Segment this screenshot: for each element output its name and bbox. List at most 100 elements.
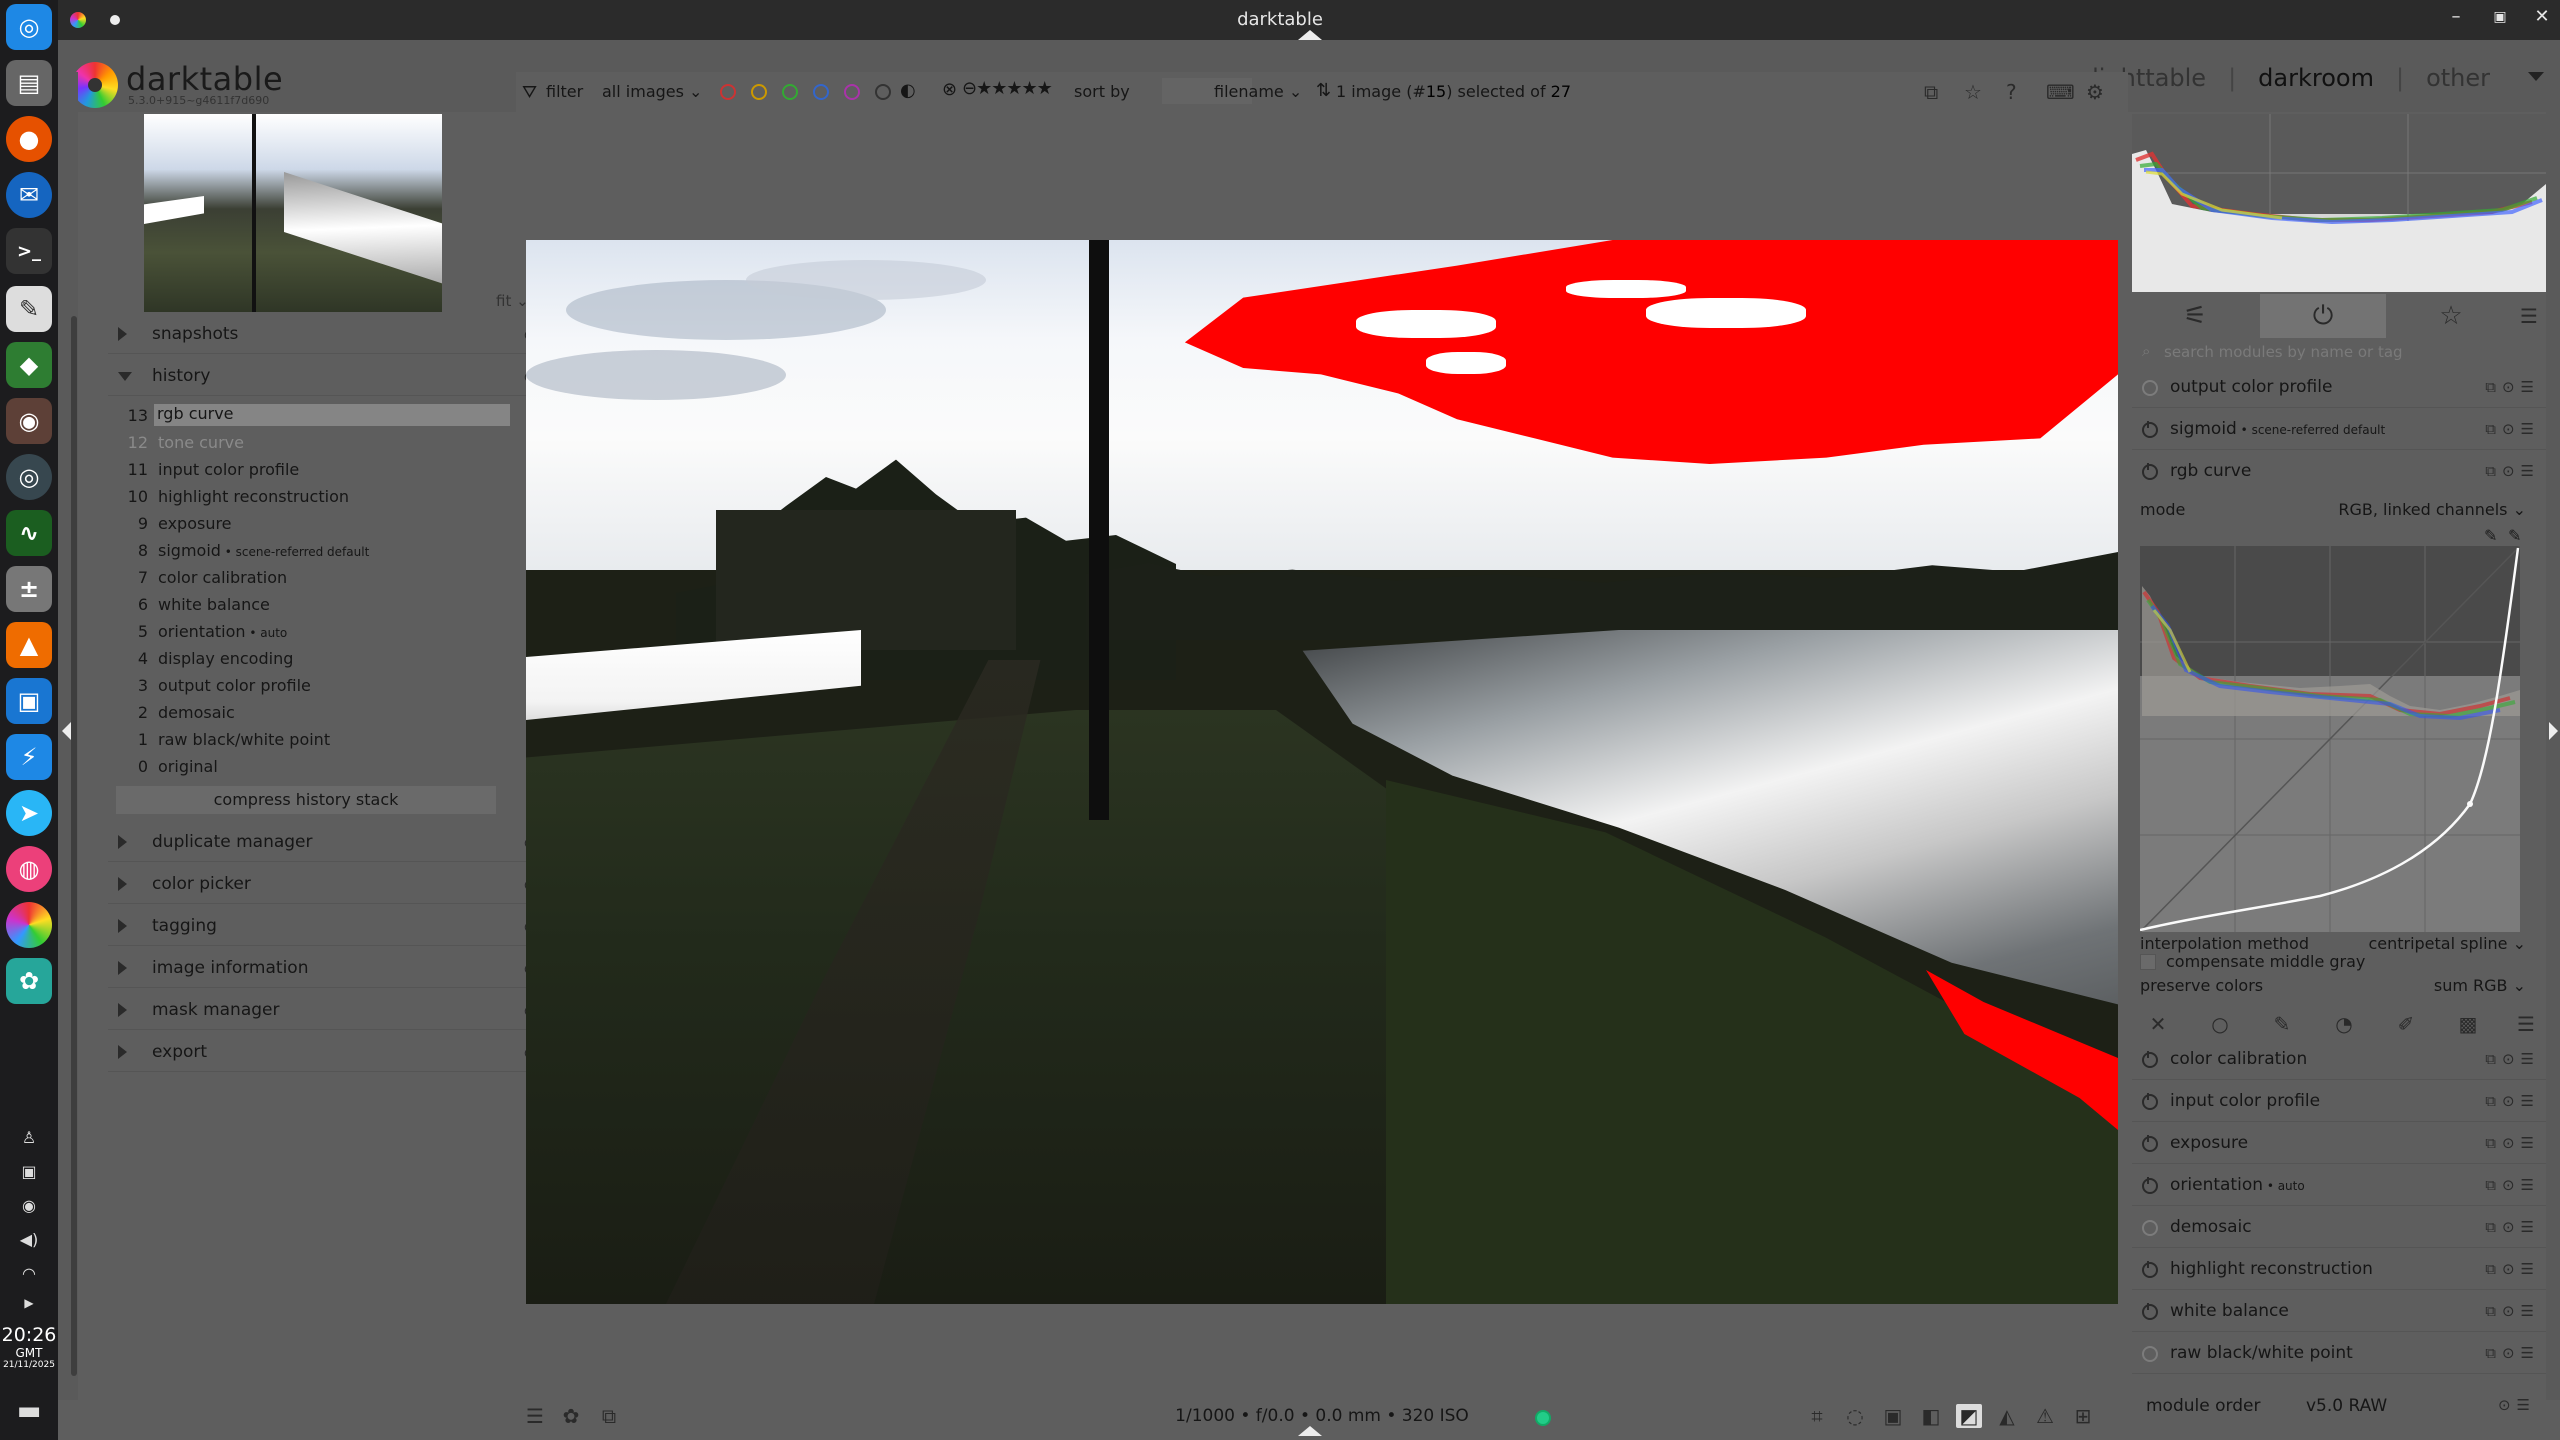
- history-item[interactable]: 13 rgb curve: [108, 402, 570, 429]
- filter-dropdown[interactable]: all images ⌄: [602, 82, 702, 101]
- module-header-icons[interactable]: ⧉⊙☰: [2485, 1302, 2540, 1320]
- vlc-icon[interactable]: ▲: [6, 622, 52, 668]
- calculator-icon[interactable]: ±: [6, 566, 52, 612]
- interpolation-dropdown[interactable]: centripetal spline ⌄: [2368, 934, 2526, 953]
- reject-icon[interactable]: ⊗: [942, 79, 957, 100]
- module-raw-black-white-point[interactable]: raw black/white point ⧉⊙☰: [2132, 1334, 2546, 1374]
- telegram-icon[interactable]: ➤: [6, 790, 52, 836]
- module-mask-manager[interactable]: mask manager ⊙ ☰: [108, 990, 570, 1030]
- module-order-icons[interactable]: ⊙☰: [2498, 1396, 2536, 1414]
- files-icon[interactable]: ▤: [6, 60, 52, 106]
- color-label-red[interactable]: [720, 84, 736, 100]
- view-other[interactable]: other: [2426, 64, 2490, 92]
- module-header-icons[interactable]: ⧉⊙☰: [2485, 1344, 2540, 1362]
- parametric-mask-icon[interactable]: ◔: [2324, 1012, 2364, 1036]
- media-tray-icon[interactable]: ◉: [0, 1196, 58, 1215]
- power-icon[interactable]: [2142, 1051, 2158, 1068]
- module-color-calibration[interactable]: color calibration ⧉⊙☰: [2132, 1040, 2546, 1080]
- module-groups-menu-icon[interactable]: ☰: [2512, 294, 2546, 338]
- softproof-icon[interactable]: ◭: [1994, 1404, 2020, 1428]
- maximize-button[interactable]: ▣: [2488, 9, 2512, 25]
- module-tagging[interactable]: tagging ⊙ ☰: [108, 906, 570, 946]
- inkscape-icon[interactable]: ◆: [6, 342, 52, 388]
- compensate-middle-gray-checkbox[interactable]: [2140, 954, 2156, 970]
- module-search-input[interactable]: ⌕ search modules by name or tag: [2138, 340, 2540, 364]
- history-item[interactable]: 12 tone curve: [108, 429, 570, 456]
- module-input-color-profile[interactable]: input color profile ⧉⊙☰: [2132, 1082, 2546, 1122]
- darktable-dock-icon[interactable]: [6, 902, 52, 948]
- collapse-right-arrow-icon[interactable]: [2549, 722, 2558, 740]
- tab-favorites[interactable]: ☆: [2388, 294, 2514, 338]
- blend-off-icon[interactable]: ✕: [2138, 1012, 2178, 1036]
- blend-menu-icon[interactable]: ☰: [2506, 1012, 2546, 1036]
- module-image-information[interactable]: image information ⊙ ☰: [108, 948, 570, 988]
- history-item[interactable]: 4 display encoding: [108, 645, 570, 672]
- history-item[interactable]: 2 demosaic: [108, 699, 570, 726]
- uniform-blend-icon[interactable]: ○: [2200, 1012, 2240, 1036]
- module-header-icons[interactable]: ⧉⊙☰: [2485, 1134, 2540, 1152]
- color-label-all[interactable]: [875, 84, 891, 100]
- system-clock[interactable]: 20:26 GMT 21/11/2025: [0, 1324, 58, 1370]
- power-icon[interactable]: [2142, 1346, 2158, 1362]
- color-picker-area-icon[interactable]: ✎: [2508, 526, 2521, 545]
- power-icon[interactable]: [2142, 1261, 2158, 1278]
- power-icon[interactable]: [2142, 421, 2158, 438]
- clipping-indicator-icon[interactable]: ◧: [1918, 1404, 1944, 1428]
- history-item[interactable]: 11 input color profile: [108, 456, 570, 483]
- histogram[interactable]: [2132, 114, 2546, 292]
- module-header-icons[interactable]: ⧉⊙☰: [2485, 462, 2540, 480]
- clipboard-tray-icon[interactable]: ▣: [0, 1162, 58, 1181]
- left-panel-scrollbar[interactable]: [71, 316, 77, 1376]
- color-picker-icon[interactable]: ✎: [2484, 526, 2497, 545]
- power-icon[interactable]: [2142, 1177, 2158, 1194]
- views-dropdown-icon[interactable]: [2528, 72, 2544, 81]
- disc-icon[interactable]: ◎: [6, 454, 52, 500]
- module-white-balance[interactable]: white balance ⧉⊙☰: [2132, 1292, 2546, 1332]
- sort-dropdown[interactable]: filename ⌄: [1214, 82, 1302, 101]
- module-color-picker[interactable]: color picker ⊙ ☰: [108, 864, 570, 904]
- mode-dropdown[interactable]: RGB, linked channels ⌄: [2338, 500, 2526, 519]
- power-icon[interactable]: [2142, 1093, 2158, 1110]
- collapse-left-arrow-icon[interactable]: [62, 722, 71, 740]
- history-item[interactable]: 9 exposure: [108, 510, 570, 537]
- photos-icon[interactable]: ◍: [6, 846, 52, 892]
- wifi-tray-icon[interactable]: ◠: [0, 1264, 58, 1283]
- module-rgb-curve[interactable]: rgb curve ⧉⊙☰: [2132, 452, 2546, 492]
- module-exposure[interactable]: exposure ⧉⊙☰: [2132, 1124, 2546, 1164]
- bolt-icon[interactable]: ⚡: [6, 734, 52, 780]
- tab-active-modules[interactable]: ⏻: [2260, 294, 2386, 338]
- module-header-icons[interactable]: ⧉⊙☰: [2485, 378, 2540, 396]
- store-icon[interactable]: ▣: [6, 678, 52, 724]
- compress-history-button[interactable]: compress history stack: [116, 786, 496, 814]
- power-icon[interactable]: [2142, 380, 2158, 396]
- navigation-thumbnail[interactable]: [144, 114, 442, 312]
- show-desktop-icon[interactable]: ▬: [0, 1396, 58, 1426]
- color-assessment-icon[interactable]: ◌: [1842, 1404, 1868, 1428]
- expand-tray-icon[interactable]: ▶: [0, 1296, 58, 1310]
- color-label-purple[interactable]: [844, 84, 860, 100]
- settings-app-icon[interactable]: ✿: [6, 958, 52, 1004]
- color-label-toggle-icon[interactable]: ◐: [900, 80, 916, 101]
- thunderbird-icon[interactable]: ✉: [6, 172, 52, 218]
- guides-icon[interactable]: ⊞: [2070, 1404, 2096, 1428]
- module-header-icons[interactable]: ⧉⊙☰: [2485, 1176, 2540, 1194]
- top-panel-toggle-icon[interactable]: [1298, 30, 1322, 40]
- power-icon[interactable]: [2142, 1303, 2158, 1320]
- close-button[interactable]: ✕: [2530, 6, 2554, 27]
- module-snapshots[interactable]: snapshots ⊙ ☰: [108, 314, 570, 354]
- history-item[interactable]: 6 white balance: [108, 591, 570, 618]
- help-icon[interactable]: ?: [2006, 80, 2017, 104]
- preserve-colors-dropdown[interactable]: sum RGB ⌄: [2434, 976, 2526, 995]
- module-sigmoid[interactable]: sigmoid • scene-referred default ⧉⊙☰: [2132, 410, 2546, 450]
- preferences-gear-icon[interactable]: ⚙: [2086, 80, 2104, 104]
- curve-graph[interactable]: [2140, 546, 2520, 932]
- user-tray-icon[interactable]: ♙: [0, 1128, 58, 1147]
- module-highlight-reconstruction[interactable]: highlight reconstruction ⧉⊙☰: [2132, 1250, 2546, 1290]
- sort-order-icon[interactable]: ⇅: [1316, 80, 1331, 101]
- module-header-icons[interactable]: ⧉⊙☰: [2485, 1218, 2540, 1236]
- module-history[interactable]: history ⊙ ☰: [108, 356, 570, 396]
- launcher-icon[interactable]: ◎: [6, 4, 52, 50]
- star-rating-filter[interactable]: ⊖★★★★★: [962, 78, 1053, 99]
- power-icon[interactable]: [2142, 1220, 2158, 1236]
- raster-mask-icon[interactable]: ▩: [2448, 1012, 2488, 1036]
